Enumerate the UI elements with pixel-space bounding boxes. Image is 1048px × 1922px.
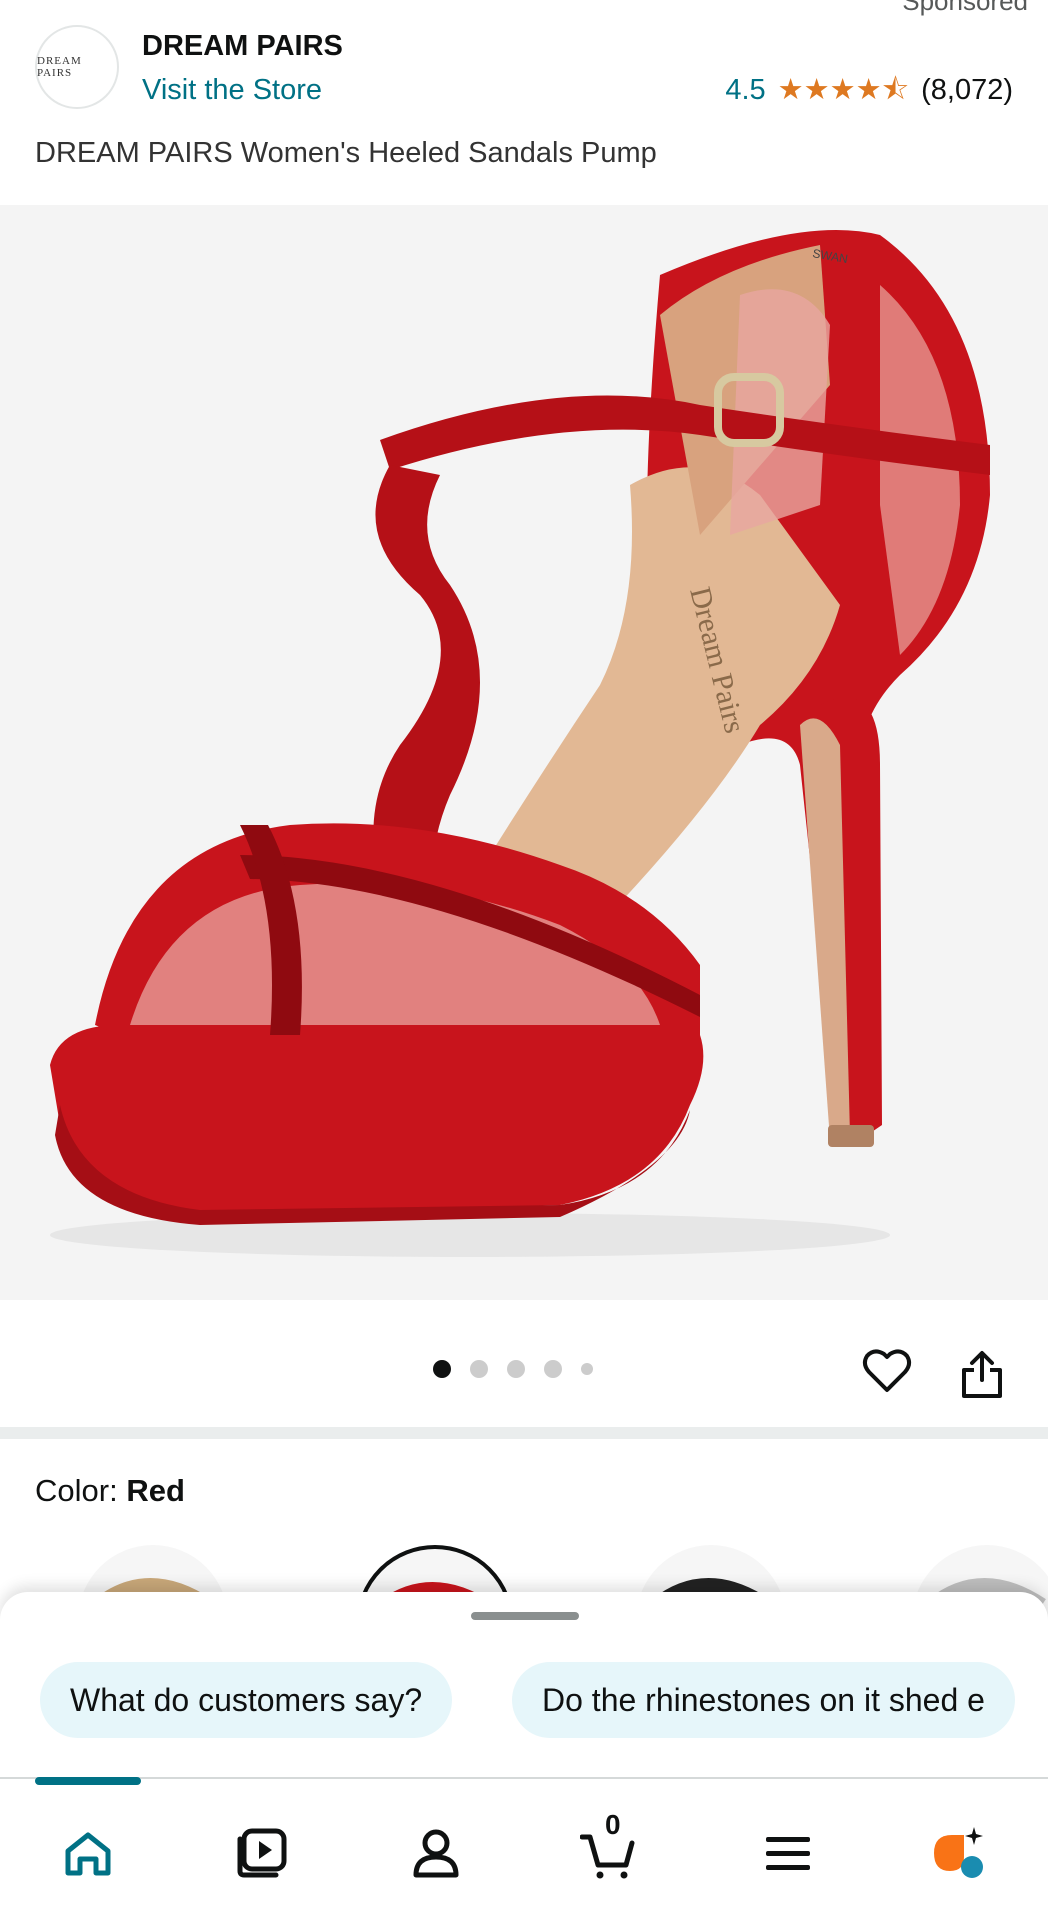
sheet-drag-handle[interactable] — [471, 1612, 579, 1620]
product-title: DREAM PAIRS Women's Heeled Sandals Pump — [35, 137, 657, 169]
brand-logo[interactable]: DREAM PAIRS — [35, 25, 119, 109]
account-icon[interactable] — [408, 1825, 464, 1881]
star-icon: ★ — [777, 74, 804, 106]
rufus-icon[interactable] — [930, 1825, 986, 1881]
suggestion-chip[interactable]: Do the rhinestones on it shed e — [512, 1662, 1015, 1738]
home-icon[interactable] — [60, 1825, 116, 1881]
cart-count: 0 — [605, 1809, 621, 1840]
heart-icon[interactable] — [862, 1346, 912, 1396]
star-icon: ★ — [803, 74, 830, 106]
rating-stars: ★ ★ ★ ★ ⯪ — [778, 76, 909, 105]
color-label-prefix: Color: — [35, 1473, 127, 1508]
assistant-sheet[interactable]: What do customers say? Do the rhinestone… — [0, 1592, 1048, 1777]
color-label: Color: Red — [35, 1473, 185, 1509]
menu-icon[interactable] — [760, 1825, 816, 1881]
carousel-dots[interactable] — [433, 1360, 593, 1378]
half-star-icon: ⯪ — [881, 74, 910, 106]
video-icon[interactable] — [234, 1825, 290, 1881]
color-value: Red — [126, 1473, 185, 1508]
bottom-nav: 0 — [0, 1777, 1048, 1922]
brand-logo-text: DREAM PAIRS — [37, 55, 82, 79]
sponsored-label[interactable]: Sponsored — [902, 0, 1028, 17]
suggestion-chip[interactable]: What do customers say? — [40, 1662, 453, 1738]
star-icon: ★ — [855, 74, 882, 106]
carousel-dot[interactable] — [544, 1360, 562, 1378]
section-divider — [0, 1427, 1048, 1439]
rating-summary[interactable]: 4.5 ★ ★ ★ ★ ⯪ (8,072) — [725, 74, 1013, 107]
share-icon[interactable] — [960, 1350, 1004, 1400]
star-icon: ★ — [829, 74, 856, 106]
carousel-dot[interactable] — [507, 1360, 525, 1378]
brand-name: DREAM PAIRS — [142, 30, 343, 62]
carousel-dot[interactable] — [470, 1360, 488, 1378]
review-count: (8,072) — [921, 74, 1013, 106]
product-image[interactable]: Dream Pairs SWAN — [0, 205, 1048, 1300]
visit-store-link[interactable]: Visit the Store — [142, 74, 322, 107]
nav-active-indicator — [35, 1777, 141, 1785]
carousel-dot-active[interactable] — [433, 1360, 451, 1378]
carousel-dot[interactable] — [581, 1363, 593, 1375]
rating-value: 4.5 — [725, 74, 766, 106]
